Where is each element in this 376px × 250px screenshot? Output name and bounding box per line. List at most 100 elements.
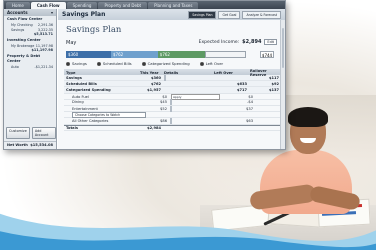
tab-home[interactable]: Home	[6, 2, 30, 9]
legend-label: Savings	[72, 61, 87, 66]
cell-value: $762	[150, 81, 161, 86]
choose-categories-button[interactable]: Choose Categories to Watch	[72, 112, 146, 119]
cell-value: $360	[150, 75, 161, 80]
details-cell	[170, 105, 220, 112]
radio-icon	[141, 61, 146, 66]
row-label: Scheduled Bills	[66, 81, 97, 86]
add-account-button[interactable]: Add Account	[31, 127, 56, 139]
accounts-sidebar: Accounts ▾ Cash Flow Center My Checking …	[4, 9, 57, 149]
cell-value: $45	[160, 100, 167, 105]
bar-segment-bills: $762	[111, 51, 158, 58]
bar-segment-spending: $762	[157, 51, 205, 58]
bar-segment-leftover	[204, 51, 246, 58]
radio-icon	[96, 61, 101, 66]
month-label: May	[66, 40, 77, 46]
table-header: Type This Year Details Left Over Rollove…	[64, 69, 280, 77]
cell-value: $86	[160, 118, 167, 123]
tab-planning-and-taxes[interactable]: Planning and Taxes	[148, 2, 199, 9]
cell-value: $117	[268, 75, 279, 80]
details-cell	[164, 74, 214, 81]
column-header[interactable]: Left Over	[214, 71, 250, 75]
legend-savings[interactable]: Savings	[66, 61, 87, 66]
header-tabs: Savings Plan Get Goal Analyze & Forecast	[188, 10, 281, 19]
cell-value: $63	[246, 118, 253, 123]
net-worth-value: $15,534.08	[30, 143, 53, 147]
legend-label: Left Over	[205, 61, 224, 66]
hair	[288, 107, 328, 127]
sidebar-account-row[interactable]: Auto -$1,221.34	[4, 65, 56, 70]
cell-value: $37	[246, 106, 253, 111]
main-panel: Savings Plan Savings Plan Get Goal Analy…	[58, 9, 285, 149]
plan-legend: Savings Scheduled Bills Categorized Spen…	[66, 61, 223, 66]
row-label: Totals	[66, 125, 78, 130]
cell-value: $92	[271, 81, 279, 86]
chevron-down-icon[interactable]: ▾	[51, 9, 53, 16]
account-name: Savings	[11, 27, 25, 32]
vertical-scrollbar[interactable]	[280, 20, 285, 149]
net-worth-row: Net Worth $15,534.08	[4, 141, 56, 147]
progress-bar	[164, 74, 166, 81]
savings-plan-bar: $360 $762 $762	[66, 51, 246, 58]
column-header[interactable]: This Year	[140, 71, 164, 75]
totals-row[interactable]: Totals $2,984	[64, 124, 280, 131]
net-worth-label: Net Worth	[7, 143, 28, 147]
table-body: Savings $360 $117 Scheduled Bills $762 $633 $9…	[64, 74, 285, 131]
expected-income: Expected Income: $2,894 Edit	[199, 39, 277, 45]
cell-value: $0	[248, 94, 253, 99]
bar-segment-savings: $360	[66, 51, 111, 58]
column-header[interactable]: Type	[66, 71, 140, 75]
sidebar-title: Accounts	[7, 10, 28, 15]
cell-value: $137	[268, 87, 279, 92]
expected-income-value: $2,894	[242, 39, 262, 45]
row-label: All Other Categories	[72, 118, 109, 123]
cell-value: $633	[236, 81, 247, 86]
scrollbar-thumb[interactable]	[282, 28, 284, 68]
decorative-wave	[0, 213, 376, 250]
edit-income-button[interactable]: Edit	[264, 39, 277, 45]
sidebar-buttons: Customize Add Account	[6, 127, 56, 139]
main-header: Savings Plan Savings Plan Get Goal Analy…	[58, 9, 285, 20]
cell-value: $0	[162, 94, 167, 99]
plan-heading: Savings Plan	[66, 25, 122, 35]
row-label: Savings	[66, 75, 82, 80]
sidebar-group-cash-flow[interactable]: Cash Flow Center	[4, 16, 56, 23]
legend-left-over[interactable]: Left Over	[199, 61, 224, 66]
customize-button[interactable]: Customize	[6, 127, 30, 139]
row-label: Auto Fuel	[72, 94, 89, 99]
details-cell	[170, 117, 220, 124]
row-label: Entertainment	[72, 106, 98, 111]
radio-icon	[199, 61, 204, 66]
apply-button[interactable]: Apply	[171, 93, 220, 100]
legend-scheduled-bills[interactable]: Scheduled Bills	[96, 61, 132, 66]
legend-label: Scheduled Bills	[102, 61, 132, 66]
tab-savings-plan[interactable]: Savings Plan	[188, 10, 217, 19]
sidebar-group-investing[interactable]: Investing Center	[4, 37, 56, 44]
tab-cash-flow[interactable]: Cash Flow	[30, 2, 66, 9]
subtotal-value: $11,197.98	[31, 48, 53, 53]
column-header[interactable]: Details	[164, 71, 214, 75]
cell-value: $717	[236, 87, 247, 92]
row-label: Categorized Spending	[66, 87, 111, 92]
main-tabbar: Home Cash Flow Spending Property and Deb…	[4, 1, 285, 9]
page-title: Savings Plan	[62, 11, 106, 18]
tab-analyze-forecast[interactable]: Analyze & Forecast	[242, 10, 281, 19]
sidebar-group-property-debt[interactable]: Property & Debt Center	[4, 53, 56, 65]
smile	[300, 138, 316, 143]
sidebar-header: Accounts ▾	[4, 9, 56, 16]
account-balance: -$1,221.34	[34, 64, 53, 69]
progress-bar	[170, 99, 172, 106]
legend-label: Categorized Spending	[147, 61, 190, 66]
details-cell	[170, 99, 220, 106]
tab-get-goal[interactable]: Get Goal	[218, 10, 241, 19]
cell-value: $2,984	[147, 125, 161, 130]
progress-bar	[170, 105, 172, 112]
leftover-total: $744	[260, 51, 274, 58]
account-name: Auto	[11, 64, 19, 69]
tab-property-and-debt[interactable]: Property and Debt	[98, 2, 148, 9]
progress-bar	[170, 117, 172, 124]
cell-value: $1,957	[147, 87, 161, 92]
legend-categorized-spending[interactable]: Categorized Spending	[141, 61, 190, 66]
subtotal-value: $5,513.71	[33, 32, 53, 37]
plan-table: Type This Year Details Left Over Rollove…	[64, 69, 285, 131]
tab-spending[interactable]: Spending	[66, 2, 98, 9]
